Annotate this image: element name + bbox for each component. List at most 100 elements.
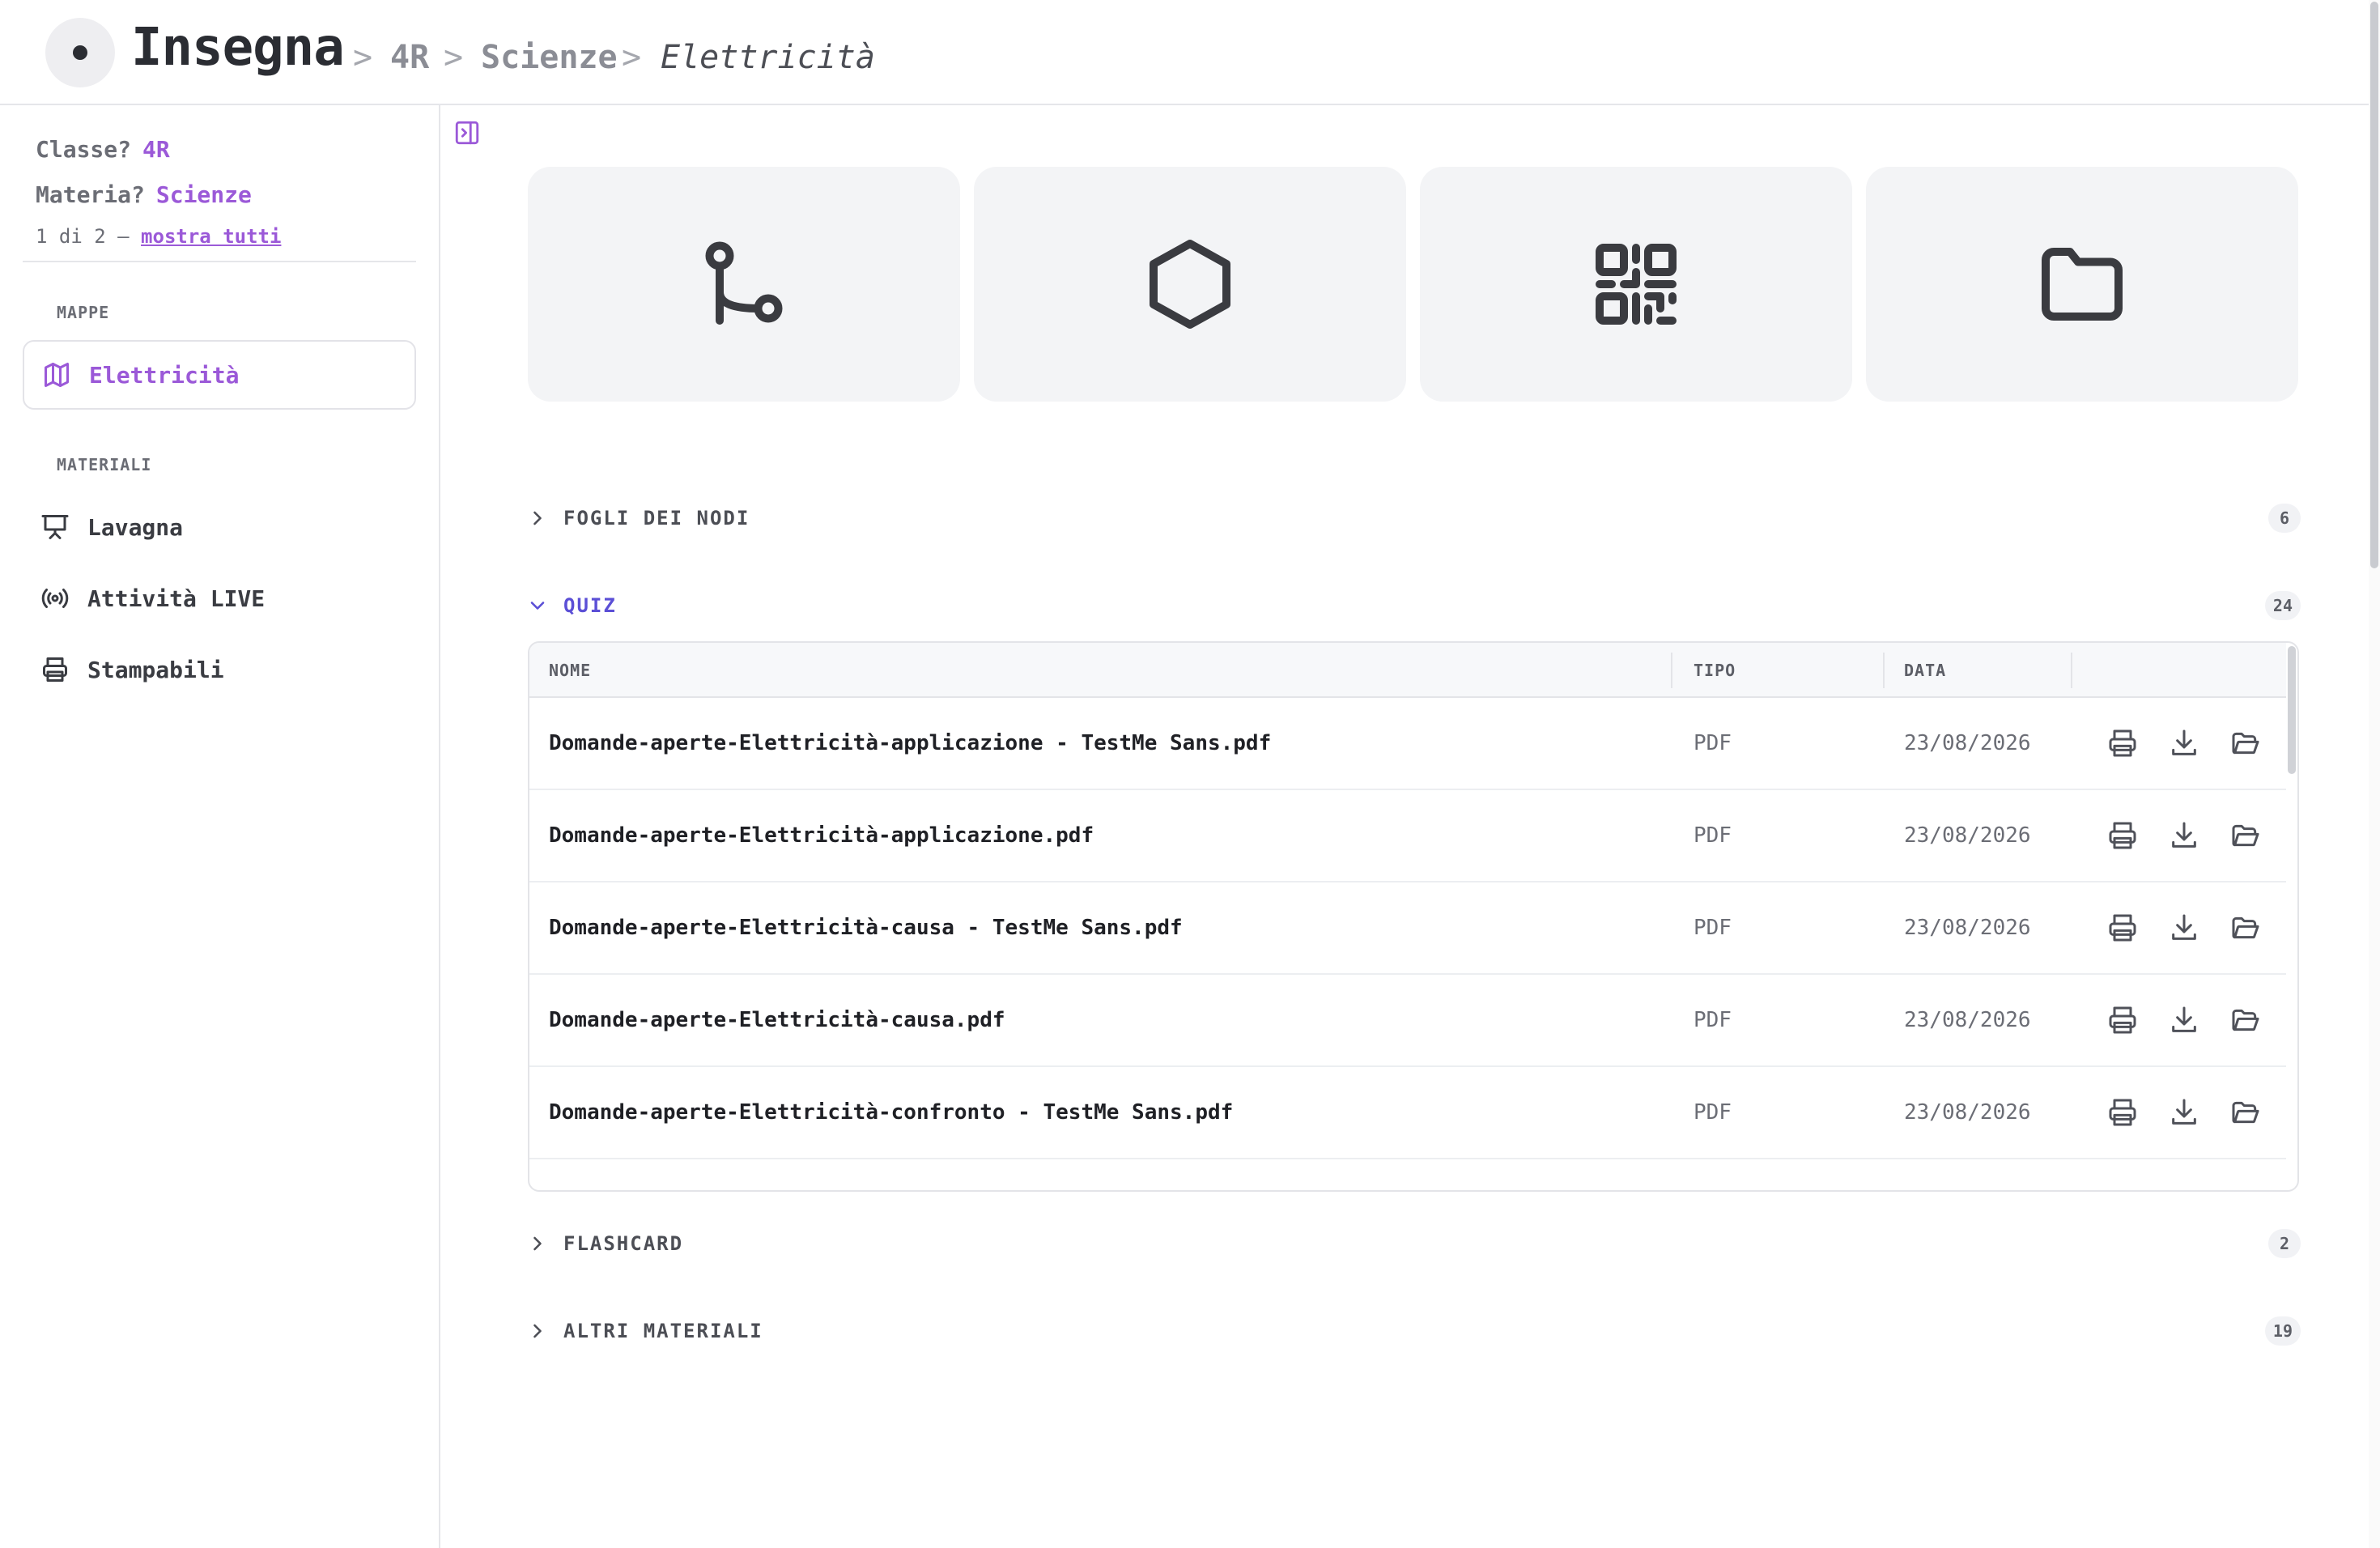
breadcrumb-class[interactable]: 4R [390,39,429,76]
printer-icon[interactable] [2106,912,2139,944]
printer-icon [43,657,67,682]
card-qr-code[interactable] [1420,167,1852,402]
pager: 1 di 2 — mostra tutti [36,225,281,248]
card-files[interactable] [1866,167,2298,402]
table-row[interactable]: Domande-aperte-Elettricità-causa - TestM… [529,882,2286,975]
folder-open-icon[interactable] [2229,1004,2262,1036]
top-header: Insegna > 4R > Scienze > Elettricità [0,0,2380,105]
download-icon[interactable] [2168,1096,2200,1129]
column-header-type[interactable]: TIPO [1694,643,1736,698]
file-name[interactable]: Domande-aperte-Elettricità-causa.pdf [549,975,1005,1065]
file-date: 23/08/2026 [1904,1100,2031,1125]
file-name[interactable]: Domande-aperte-Elettricità-causa - TestM… [549,882,1183,973]
table-scrollbar[interactable] [2288,646,2296,774]
table-row[interactable]: Domande-aperte-Elettricità-applicazione.… [529,790,2286,882]
table-header: NOME TIPO DATA [529,643,2286,698]
breadcrumb-current: Elettricità [661,39,875,76]
materials-section-label: MATERIALI [57,455,152,474]
breadcrumb-separator: > [622,39,642,76]
section-count-badge: 6 [2268,504,2301,533]
sidebar-item-lavagna[interactable]: Lavagna [23,492,416,562]
card-mindmap[interactable] [528,167,960,402]
column-divider [1883,653,1885,688]
page-scrollbar-thumb[interactable] [2370,2,2378,568]
breadcrumb-separator: > [353,39,373,76]
sidebar-item-label: Elettricità [89,361,240,389]
folder-open-icon[interactable] [2229,819,2262,852]
printer-icon[interactable] [2106,727,2139,759]
section-title: FLASHCARD [563,1232,684,1255]
chevron-right-icon [533,511,542,525]
printer-icon[interactable] [2106,819,2139,852]
app-title[interactable]: Insegna [131,18,345,78]
file-type: PDF [1694,1008,1732,1032]
section-count-badge: 2 [2268,1229,2301,1258]
table-row[interactable]: Domande-aperte-Elettricità-confronto - T… [529,1067,2286,1159]
sidebar-item-label: Attività LIVE [87,585,266,612]
section-title: FOGLI DEI NODI [563,507,750,529]
chevron-right-icon [533,1324,542,1338]
printer-icon[interactable] [2106,1096,2139,1129]
pager-text: 1 di 2 — [36,225,130,248]
class-value[interactable]: 4R [142,136,170,163]
section-count-badge: 19 [2264,1316,2301,1346]
hexagon-icon [1150,240,1230,329]
show-all-link[interactable]: mostra tutti [141,225,281,248]
download-icon[interactable] [2168,912,2200,944]
subject-value[interactable]: Scienze [156,181,252,208]
sidebar-item-elettricita[interactable]: Elettricità [23,340,416,410]
download-icon[interactable] [2168,1004,2200,1036]
sidebar-item-label: Stampabili [87,656,224,683]
sidebar-item-stampabili[interactable]: Stampabili [23,635,416,704]
class-label: Classe? [36,136,132,163]
section-title: ALTRI MATERIALI [563,1320,763,1342]
table-row[interactable] [529,1159,2286,1190]
file-type: PDF [1694,916,1732,940]
section-flashcard[interactable]: FLASHCARD 2 [526,1219,2301,1268]
printer-icon[interactable] [2106,1004,2139,1036]
column-header-date[interactable]: DATA [1904,643,1946,698]
file-name[interactable]: Domande-aperte-Elettricità-applicazione … [549,698,1271,789]
chevron-down-icon [530,602,545,610]
folder-open-icon[interactable] [2229,727,2262,759]
file-type: PDF [1694,823,1732,848]
subject-label: Materia? [36,181,145,208]
breadcrumb-separator: > [444,39,464,76]
section-fogli-dei-nodi[interactable]: FOGLI DEI NODI 6 [526,494,2301,542]
page-scrollbar[interactable] [2369,0,2380,1548]
home-logo-button[interactable] [45,18,115,87]
download-icon[interactable] [2168,727,2200,759]
folder-open-icon[interactable] [2229,1096,2262,1129]
git-branch-icon [705,241,783,325]
sidebar-item-label: Lavagna [87,513,184,541]
folder-icon [2042,248,2123,321]
breadcrumb-subject[interactable]: Scienze [481,39,618,76]
card-3d-model[interactable] [974,167,1406,402]
table-row[interactable]: Domande-aperte-Elettricità-applicazione … [529,698,2286,790]
logo-dot-icon [73,45,87,60]
section-title: QUIZ [563,594,617,617]
download-icon[interactable] [2168,819,2200,852]
section-quiz[interactable]: QUIZ 24 [526,581,2301,630]
file-type: PDF [1694,731,1732,755]
folder-open-icon[interactable] [2229,912,2262,944]
file-date: 23/08/2026 [1904,823,2031,848]
file-name[interactable]: Domande-aperte-Elettricità-confronto - T… [549,1067,1233,1158]
file-date: 23/08/2026 [1904,916,2031,940]
column-header-name[interactable]: NOME [549,643,591,698]
subject-selector[interactable]: Materia? Scienze [36,181,252,208]
table-row[interactable]: Domande-aperte-Elettricità-causa.pdf PDF 2… [529,975,2286,1067]
sidebar-divider [23,261,416,262]
sidebar: Classe? 4R Materia? Scienze 1 di 2 — mostr… [0,105,440,1548]
broadcast-icon [41,589,69,608]
quiz-table: NOME TIPO DATA Domande-aperte-Elettricit… [528,641,2299,1192]
file-name[interactable]: Domande-aperte-Elettricità-applicazione.… [549,790,1094,881]
sidebar-item-attivita-live[interactable]: Attività LIVE [23,563,416,633]
toggle-sidebar-icon[interactable] [453,119,481,147]
class-selector[interactable]: Classe? 4R [36,136,170,163]
column-divider [2071,653,2072,688]
chevron-right-icon [533,1236,542,1251]
presentation-icon [41,515,69,539]
section-altri-materiali[interactable]: ALTRI MATERIALI 19 [526,1307,2301,1355]
map-icon [45,363,69,387]
